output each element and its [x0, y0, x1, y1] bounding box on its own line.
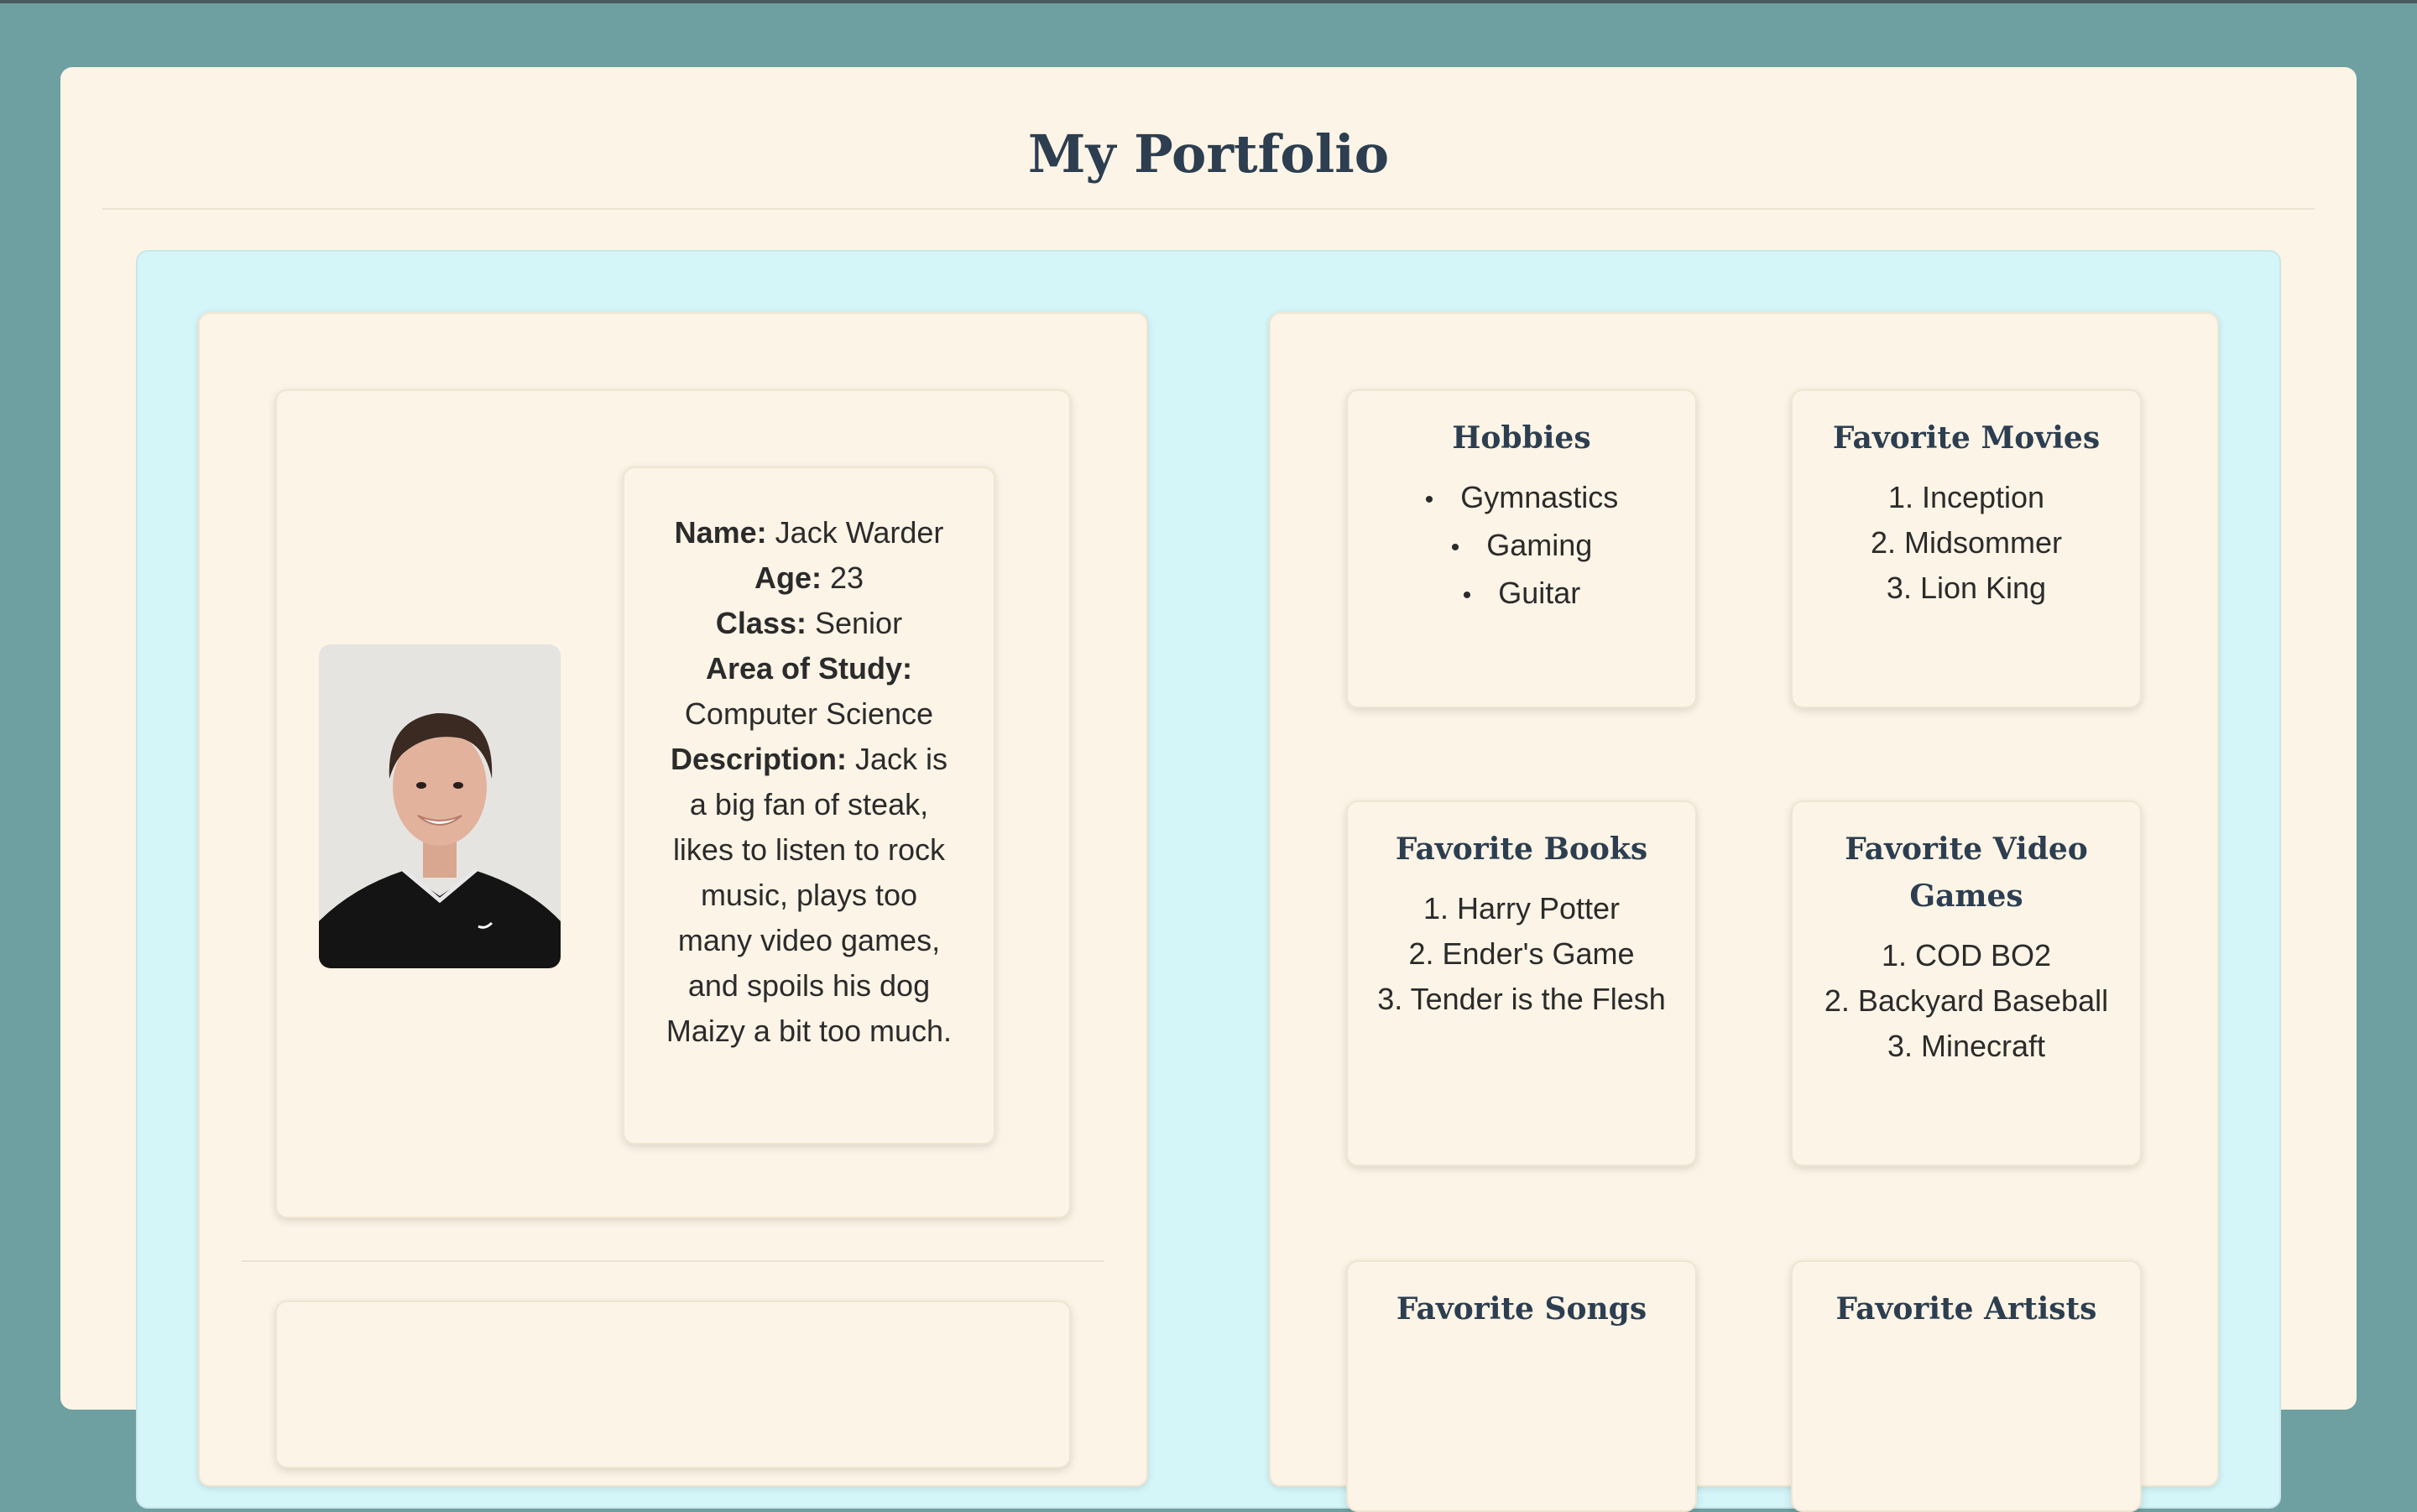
profile-photo — [319, 644, 561, 968]
artists-card: Favorite Artists — [1791, 1260, 2142, 1512]
profile-divider — [242, 1260, 1104, 1262]
list-item: 1. COD BO2 — [1881, 938, 2052, 972]
description-label: Description: — [670, 742, 847, 776]
profile-panel: Name: Jack Warder Age: 23 Class: Senior … — [198, 312, 1148, 1487]
hobbies-title: Hobbies — [1452, 420, 1591, 456]
list-item: 1. Inception — [1887, 480, 2045, 514]
books-card: Favorite Books 1. Harry Potter 2. Ender'… — [1346, 800, 1697, 1166]
movies-list: 1. Inception 2. Midsommer 3. Lion King — [1793, 475, 2140, 611]
page-title: My Portfolio — [1027, 123, 1390, 185]
games-title: Favorite Video Games — [1845, 832, 2088, 914]
profile-class: Senior — [815, 606, 903, 640]
books-title: Favorite Books — [1395, 832, 1648, 867]
games-list: 1. COD BO2 2. Backyard Baseball 3. Minec… — [1793, 933, 2140, 1069]
study-label: Area of Study: — [705, 651, 913, 686]
content-wrapper: Name: Jack Warder Age: 23 Class: Senior … — [136, 250, 2281, 1512]
portfolio-page: My Portfolio Name: Jack Warder Age: 23 C… — [60, 67, 2357, 1512]
books-list: 1. Harry Potter 2. Ender's Game 3. Tende… — [1348, 886, 1695, 1022]
list-item: 3. Tender is the Flesh — [1377, 982, 1666, 1016]
hobbies-list: Gymnastics Gaming Guitar — [1348, 475, 1695, 618]
movies-card: Favorite Movies 1. Inception 2. Midsomme… — [1791, 389, 2142, 708]
movies-title: Favorite Movies — [1832, 420, 2101, 456]
songs-title: Favorite Songs — [1396, 1291, 1647, 1327]
artists-title: Favorite Artists — [1835, 1291, 2097, 1327]
next-card — [275, 1301, 1071, 1468]
hobbies-card: Hobbies Gymnastics Gaming Guitar — [1346, 389, 1697, 708]
profile-name: Jack Warder — [775, 515, 944, 550]
title-divider — [102, 208, 2315, 210]
games-card: Favorite Video Games 1. COD BO2 2. Backya… — [1791, 800, 2142, 1166]
profile-description: Jack is a big fan of steak, likes to lis… — [666, 742, 953, 1048]
profile-study: Computer Science — [684, 696, 934, 731]
list-item: 2. Ender's Game — [1408, 936, 1635, 971]
list-item: 1. Harry Potter — [1423, 891, 1621, 925]
list-item: 2. Midsommer — [1870, 525, 2063, 560]
favorites-panel: Hobbies Gymnastics Gaming Guitar Favorit… — [1269, 312, 2219, 1512]
name-label: Name: — [674, 515, 767, 550]
profile-age: 23 — [829, 560, 864, 595]
list-item: Gymnastics — [1348, 475, 1695, 523]
profile-info-card: Name: Jack Warder Age: 23 Class: Senior … — [623, 467, 995, 1144]
list-item: Guitar — [1348, 571, 1695, 618]
age-label: Age: — [754, 560, 822, 595]
list-item: 3. Lion King — [1886, 571, 2047, 605]
class-label: Class: — [715, 606, 807, 640]
list-item: 3. Minecraft — [1887, 1029, 2046, 1063]
list-item: 2. Backyard Baseball — [1824, 983, 2109, 1018]
songs-card: Favorite Songs — [1346, 1260, 1697, 1512]
list-item: Gaming — [1348, 523, 1695, 571]
profile-card: Name: Jack Warder Age: 23 Class: Senior … — [275, 389, 1071, 1218]
